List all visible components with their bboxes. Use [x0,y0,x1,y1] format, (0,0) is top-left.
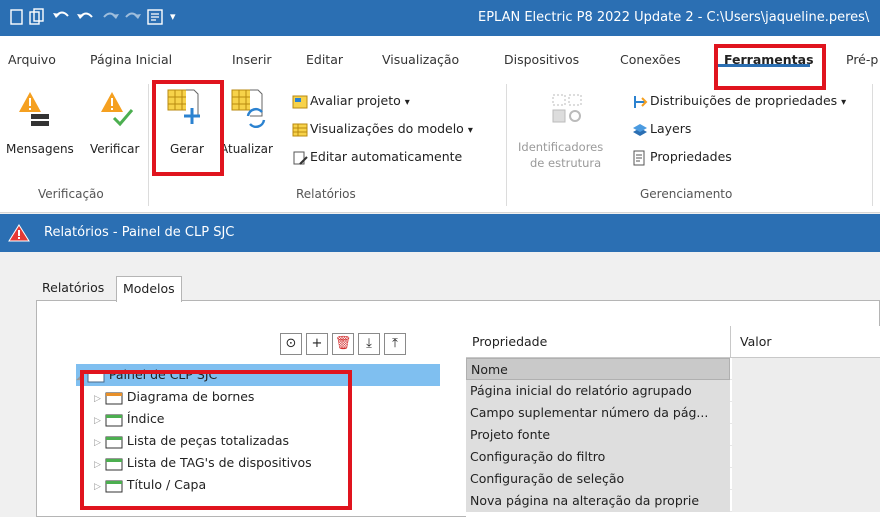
column-header-valor[interactable]: Valor [740,326,772,358]
identificadores-label: Identificadores [518,140,604,154]
column-divider [730,326,731,358]
warning-messages-icon [19,92,49,126]
tab-pre-planejamento[interactable]: Pré-p [846,52,878,67]
property-value[interactable] [732,358,880,380]
property-value[interactable] [732,468,880,490]
group-label-relatorios: Relatórios [296,187,356,201]
model-views-icon [292,123,308,136]
evaluate-project-icon [292,95,308,108]
tab-conexoes[interactable]: Conexões [620,52,681,67]
quick-access-menu-icon[interactable] [146,8,164,30]
redo-icon[interactable] [100,8,120,30]
property-name: Configuração do filtro [466,446,730,468]
auto-edit-icon [293,151,308,165]
property-value[interactable] [732,490,880,512]
tab-visualizacao[interactable]: Visualização [382,52,459,67]
export-icon[interactable]: ⤒ [384,333,406,355]
property-name: Configuração de seleção [466,468,730,490]
undo-arrow-icon[interactable] [76,8,96,30]
run-icon[interactable]: ⊙ [280,333,302,355]
properties-icon [633,150,645,165]
mensagens-label: Mensagens [6,142,74,156]
tab-dispositivos[interactable]: Dispositivos [504,52,579,67]
de-estrutura-label: de estrutura [530,156,602,170]
property-name: Nome [466,358,730,380]
visualizacoes-modelo-label: Visualizações do modelo [310,121,464,136]
tab-arquivo[interactable]: Arquivo [8,52,56,67]
chevron-down-icon: ▾ [841,97,847,108]
layers-label: Layers [650,121,692,136]
property-value[interactable] [732,424,880,446]
group-label-gerenciamento: Gerenciamento [640,187,733,201]
group-separator [506,84,507,206]
redo-arrow-icon[interactable] [122,8,142,30]
distribuicoes-label: Distribuições de propriedades [650,93,838,108]
mensagens-button[interactable]: Mensagens [6,82,74,162]
property-name: Página inicial do relatório agrupado [466,380,730,402]
property-grid: Propriedade Valor Nome Página inicial do… [466,326,880,517]
avaliar-projeto-label: Avaliar projeto [310,93,401,108]
property-value[interactable] [732,380,880,402]
property-name: Campo suplementar número da pág... [466,402,730,424]
layers-icon [633,123,647,136]
tab-relatorios[interactable]: Relatórios [36,276,110,302]
propriedades-button[interactable]: Propriedades [632,146,732,168]
ribbon: Mensagens Verificar Verificação Gerar At… [0,78,880,213]
delete-icon[interactable]: 🗑 [332,333,354,355]
verificar-label: Verificar [90,142,140,156]
tab-inserir[interactable]: Inserir [232,52,272,67]
structure-identifiers-icon [552,94,582,123]
highlight-gerar-button [152,80,224,176]
chevron-down-icon: ▾ [467,125,473,136]
check-verify-icon [101,92,134,127]
property-row[interactable]: Página inicial do relatório agrupado [466,380,880,402]
tab-modelos[interactable]: Modelos [116,276,182,302]
propriedades-label: Propriedades [650,149,732,164]
editar-automaticamente-label: Editar automaticamente [310,149,463,164]
column-header-propriedade[interactable]: Propriedade [472,326,547,358]
group-label-verificacao: Verificação [38,187,104,201]
property-value[interactable] [732,402,880,424]
property-row[interactable]: Nova página na alteração da proprie [466,490,880,512]
distribuicoes-propriedades-button[interactable]: Distribuições de propriedades ▾ [632,90,846,112]
window-title: EPLAN Electric P8 2022 Update 2 - C:\Use… [478,10,870,25]
group-separator [148,84,149,206]
property-row[interactable]: Projeto fonte [466,424,880,446]
property-row[interactable]: Nome [466,358,880,380]
quick-access-chevron[interactable]: ▾ [170,8,176,26]
tab-pagina-inicial[interactable]: Página Inicial [90,52,172,67]
undo-icon[interactable] [52,8,72,30]
tab-editar[interactable]: Editar [306,52,343,67]
verificar-button[interactable]: Verificar [90,82,146,162]
editar-automaticamente-button[interactable]: Editar automaticamente [292,146,462,168]
property-name: Projeto fonte [466,424,730,446]
visualizacoes-modelo-button[interactable]: Visualizações do modelo ▾ [292,118,473,140]
atualizar-button[interactable]: Atualizar [220,82,282,162]
property-row[interactable]: Campo suplementar número da pág... [466,402,880,424]
property-row[interactable]: Configuração de seleção [466,468,880,490]
group-separator [872,84,873,206]
panel-title: Relatórios - Painel de CLP SJC [44,225,235,240]
highlight-tree-items [80,370,352,510]
copy-page-icon[interactable] [28,8,46,30]
new-page-icon[interactable] [8,8,26,30]
import-icon[interactable]: ⤓ [358,333,380,355]
chevron-down-icon: ▾ [404,97,410,108]
title-bar: ▾ EPLAN Electric P8 2022 Update 2 - C:\U… [0,0,880,36]
atualizar-label: Atualizar [220,142,273,156]
avaliar-projeto-button[interactable]: Avaliar projeto ▾ [292,90,410,112]
update-report-icon [231,89,266,128]
highlight-ferramentas-tab [714,44,826,90]
identificadores-estrutura-button[interactable]: Identificadores de estrutura [514,82,618,172]
property-distribution-icon [634,95,648,108]
layers-button[interactable]: Layers [632,118,691,140]
property-value[interactable] [732,446,880,468]
property-row[interactable]: Configuração do filtro [466,446,880,468]
panel-header: Relatórios - Painel de CLP SJC [0,214,880,252]
property-name: Nova página na alteração da proprie [466,490,730,512]
warning-icon [8,224,30,242]
add-icon[interactable]: + [306,333,328,355]
